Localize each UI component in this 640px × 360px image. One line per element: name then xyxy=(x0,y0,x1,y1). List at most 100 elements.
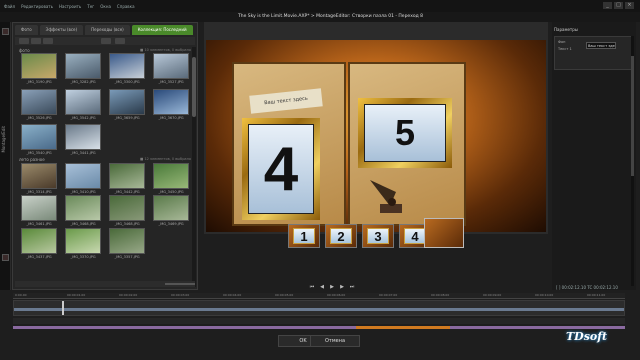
gramophone-icon xyxy=(370,180,402,213)
transport-bar: ⏮ ◀ ▶ ▶ ⏭ [ ] 00:02:12.10 TC 00:02:12.10 xyxy=(204,284,624,292)
menu-tag[interactable]: Тег xyxy=(87,4,94,9)
clip-bar[interactable] xyxy=(14,308,624,311)
thumbnail-filename: _MG_3282.JPG xyxy=(70,80,96,84)
scene-tile-3-label: 3 xyxy=(367,228,389,244)
thumbnail-filename: _MG_3527.JPG xyxy=(158,80,184,84)
library-thumbnail[interactable] xyxy=(65,124,101,150)
filter-icon[interactable] xyxy=(43,38,53,44)
timeline-ruler[interactable]: 0:00.00 00:00:01.00 00:00:02.00 00:00:03.00… xyxy=(13,293,625,299)
menu-window[interactable]: Окна xyxy=(100,4,111,9)
play-icon[interactable]: ▶ xyxy=(328,284,336,291)
properties-panel: Параметры Фон Текст 1 Ваш текст здесь xyxy=(552,22,636,290)
tab-transitions[interactable]: Переходы (все) xyxy=(85,25,130,35)
properties-scrollbar[interactable] xyxy=(631,36,634,286)
library-thumbnail[interactable] xyxy=(109,53,145,79)
library-toolbar xyxy=(15,37,195,45)
timeline-track[interactable] xyxy=(13,300,625,316)
menu-edit[interactable]: Редактировать xyxy=(21,4,53,9)
library-thumbnail[interactable] xyxy=(109,89,145,115)
step-back-icon[interactable]: ◀ xyxy=(318,284,326,291)
thumbnail-filename: _MG_3468.JPG xyxy=(70,222,96,226)
library-thumbnail[interactable] xyxy=(153,89,189,115)
ruler-label: 00:00:07.00 xyxy=(379,293,398,297)
strip-pin-icon[interactable] xyxy=(2,28,9,35)
thumbnail-filename: _MG_3659.JPG xyxy=(114,116,140,120)
ruler-label: 00:00:02.00 xyxy=(119,293,138,297)
playhead[interactable] xyxy=(62,301,64,315)
ruler-label: 00:00:11.00 xyxy=(587,293,606,297)
selection-bar[interactable] xyxy=(356,326,450,329)
scene-tile-2[interactable]: 2 xyxy=(325,224,357,248)
close-icon[interactable]: × xyxy=(625,2,634,9)
menu-help[interactable]: Справка xyxy=(117,4,135,9)
montage-preview[interactable]: Ваш текст здесь 4 5 xyxy=(206,40,546,232)
scene-tile-1[interactable]: 1 xyxy=(288,224,320,248)
thumb-size-slider[interactable] xyxy=(165,283,195,285)
minimize-icon[interactable]: _ xyxy=(603,2,612,9)
library-scrollbar[interactable] xyxy=(192,47,196,287)
step-forward-icon[interactable]: ▶ xyxy=(338,284,346,291)
library-thumbnail[interactable] xyxy=(21,163,57,189)
menu-setup[interactable]: Настроить xyxy=(59,4,81,9)
menu-bar: Файл Редактировать Настроить Тег Окна Сп… xyxy=(0,0,640,12)
skip-back-icon[interactable]: ⏮ xyxy=(308,284,316,291)
library-thumbnail[interactable] xyxy=(21,195,57,221)
cancel-button[interactable]: Отмена xyxy=(310,335,360,347)
sort-icon[interactable] xyxy=(31,38,41,44)
library-thumbnail[interactable] xyxy=(153,53,189,79)
skip-forward-icon[interactable]: ⏭ xyxy=(348,284,356,291)
library-thumbnail[interactable] xyxy=(65,89,101,115)
properties-scroll-thumb[interactable] xyxy=(631,56,634,176)
thumbnail-filename: _MG_3670.JPG xyxy=(158,116,184,120)
watermark-logo: TDsoft xyxy=(566,330,607,343)
strip-button-lower[interactable] xyxy=(2,254,9,261)
thumbnail-filename: _MG_3526.JPG xyxy=(26,116,52,120)
timeline-track-2[interactable] xyxy=(13,318,625,324)
view-icon[interactable] xyxy=(19,38,29,44)
library-thumbnail[interactable] xyxy=(109,163,145,189)
thumbnail-filename: _MG_3190.JPG xyxy=(26,80,52,84)
section-label-summer: лето разное xyxy=(19,157,45,162)
library-scroll-thumb[interactable] xyxy=(192,57,196,117)
left-frame-number: 4 xyxy=(248,124,314,214)
right-photo-frame: 5 xyxy=(358,98,452,168)
menu-file[interactable]: Файл xyxy=(4,4,15,9)
library-thumbnail[interactable] xyxy=(109,195,145,221)
maximize-icon[interactable]: □ xyxy=(614,2,623,9)
library-thumbnail[interactable] xyxy=(65,228,101,254)
section-count-photos: ■ 10 элементов, 0 выбрано xyxy=(140,48,191,52)
library-thumbnail[interactable] xyxy=(65,195,101,221)
library-tabs: Фото Эффекты (все) Переходы (все) Коллек… xyxy=(15,25,193,35)
library-thumbnail[interactable] xyxy=(21,124,57,150)
tab-collection[interactable]: Коллекция: Последний xyxy=(131,25,193,35)
scene-tile-3[interactable]: 3 xyxy=(362,224,394,248)
scene-tile-1-label: 1 xyxy=(293,228,315,244)
thumbnail-filename: _MG_3300.JPG xyxy=(114,80,140,84)
watermark-text: TDsoft xyxy=(566,330,608,343)
audio-bar[interactable] xyxy=(13,326,625,329)
thumbnail-filename: _MG_3542.JPG xyxy=(70,116,96,120)
ruler-label: 00:00:09.00 xyxy=(483,293,502,297)
tab-photos[interactable]: Фото xyxy=(15,25,38,35)
ruler-label: 00:00:10.00 xyxy=(535,293,554,297)
library-thumbnail[interactable] xyxy=(153,163,189,189)
rating-icon[interactable] xyxy=(101,38,111,44)
thumbnail-filename: _MG_3469.JPG xyxy=(158,222,184,226)
bg-label: Фон xyxy=(558,40,566,44)
library-thumbnail[interactable] xyxy=(109,228,145,254)
library-thumbnail[interactable] xyxy=(21,228,57,254)
tab-effects[interactable]: Эффекты (все) xyxy=(39,25,84,35)
thumbnail-filename: _MG_3461.JPG xyxy=(26,222,52,226)
scene-tile-dragged[interactable] xyxy=(424,218,464,248)
library-thumbnail[interactable] xyxy=(21,89,57,115)
library-thumbnail[interactable] xyxy=(65,53,101,79)
ruler-label: 00:00:05.00 xyxy=(275,293,294,297)
text-input[interactable]: Ваш текст здесь xyxy=(586,42,616,49)
thumbnail-filename: _MG_3370.JPG xyxy=(70,255,96,259)
library-thumbnail[interactable] xyxy=(153,195,189,221)
library-thumbnail[interactable] xyxy=(21,53,57,79)
library-thumbnail[interactable] xyxy=(65,163,101,189)
ruler-label: 00:00:01.00 xyxy=(67,293,86,297)
window-title: The Sky is the Limit.Movie.AXP* > Montag… xyxy=(238,14,424,19)
tag-icon[interactable] xyxy=(115,38,125,44)
